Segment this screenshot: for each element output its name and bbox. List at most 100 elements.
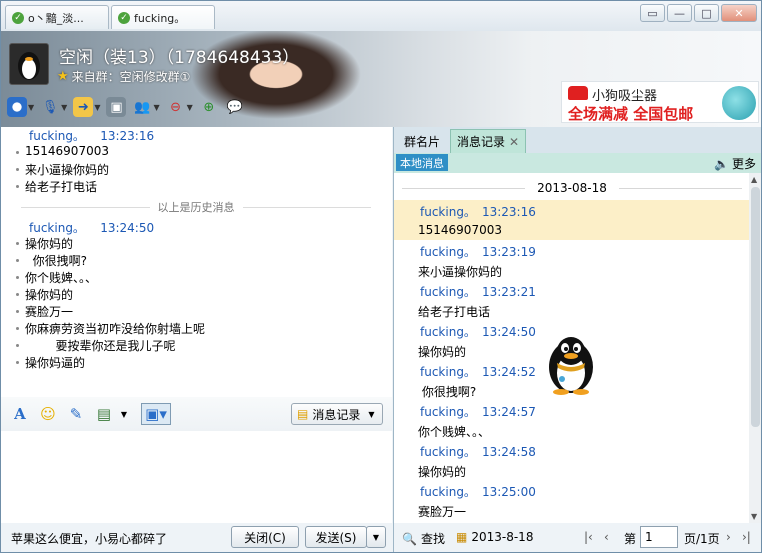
video-call-button[interactable]: ▼ [7, 96, 34, 118]
divider [402, 187, 526, 189]
date-text: 2013-08-18 [537, 181, 607, 195]
history-separator: 以上是历史消息 [21, 199, 371, 215]
remove-member-button[interactable]: ⊖ ▼ [166, 96, 193, 118]
message-time: 13:23:16 [100, 129, 155, 143]
emoji-icon[interactable]: ☺ [37, 403, 59, 425]
entry-time: 13:24:58 [481, 445, 536, 459]
penguin-mascot-icon [549, 337, 593, 395]
divider [618, 187, 742, 189]
more-button[interactable]: 🔈 更多 [714, 155, 756, 172]
message-line: 给老子打电话 [25, 180, 98, 194]
date-picker-button[interactable]: ▦ 2013-8-18 [456, 530, 533, 544]
ad-title: 小狗吸尘器 [592, 89, 658, 104]
message-input[interactable] [1, 431, 392, 523]
message-line: 要按辈你还是我儿子呢 [25, 339, 176, 353]
message-line: 操你妈的 [25, 288, 74, 302]
message-time: 13:24:50 [100, 221, 155, 235]
sender-name: fucking。 [420, 365, 476, 379]
entry-time: 13:23:16 [481, 205, 536, 219]
chevron-down-icon: ▼ [372, 532, 380, 542]
tab-contact-2[interactable]: ✓ fucking。 [111, 5, 215, 29]
chat-bubble-icon: 💬 [226, 99, 243, 115]
message-history-button[interactable]: ▤ 消息记录 ▼ [291, 403, 383, 425]
avatar[interactable] [9, 43, 49, 85]
entry-text: 你很拽啊? [418, 385, 477, 399]
calendar-icon: ▦ [456, 530, 468, 544]
bullet [16, 242, 19, 245]
entry-text: 15146907003 [418, 223, 502, 237]
add-friend-button[interactable]: ⊕ [199, 96, 219, 118]
entry-header: fucking。 13:25:00 [420, 483, 536, 500]
first-page-button[interactable]: |‹ [584, 530, 593, 544]
divider [21, 206, 150, 208]
tab-contact-1[interactable]: ✓ o丶黯_淡... [5, 5, 109, 29]
bullet [16, 344, 19, 347]
contact-source: ★ 来自群：空闲修改群① [57, 68, 190, 85]
restore-button[interactable]: ▭ [640, 4, 665, 22]
chevron-down-icon[interactable]: ▼ [113, 403, 135, 425]
side-panel: 群名片 消息记录 ✕ 本地消息 🔈 更多 2013-08-18 fucking。 13… [393, 127, 761, 552]
scroll-down-icon[interactable]: ▼ [751, 512, 757, 521]
bullet [16, 276, 19, 279]
tab-message-history[interactable]: 消息记录 ✕ [450, 129, 527, 153]
bullet [16, 310, 19, 313]
next-page-button[interactable]: › [726, 530, 731, 544]
prev-page-button[interactable]: ‹ [604, 530, 609, 544]
entry-time: 13:24:57 [481, 405, 536, 419]
message-header: fucking。 13:24:50 [29, 219, 154, 236]
minimize-button[interactable]: — [667, 4, 692, 22]
microphone-icon: 🎙 [41, 99, 59, 115]
screenshot-icon[interactable]: ▣▾ [141, 403, 171, 425]
search-button[interactable]: 🔍 查找 [402, 530, 445, 547]
history-scrollbar[interactable]: ▲ ▼ [749, 173, 761, 523]
entry-time: 13:24:52 [481, 365, 536, 379]
entry-text: 给老子打电话 [418, 305, 491, 319]
message-button[interactable]: 💬 [225, 96, 245, 118]
entry-text: 操你妈的 [418, 345, 467, 359]
window-controls: ▭ — □ ✕ [640, 4, 757, 22]
local-messages-tab[interactable]: 本地消息 [396, 154, 448, 171]
entry-header: fucking。 13:23:16 [420, 203, 536, 220]
group-members-button[interactable]: 👥 ▼ [132, 96, 159, 118]
last-page-button[interactable]: ›| [742, 530, 751, 544]
ad-link[interactable]: 苹果这么便宜，小易心都碎了 [11, 530, 167, 547]
entry-text: 赛脸万一 [418, 505, 467, 519]
user-minus-icon: ⊖ [170, 99, 182, 115]
history-button-label: 消息记录 [312, 407, 361, 422]
send-file-button[interactable]: ➜ ▼ [73, 96, 100, 118]
page-number-input[interactable]: 1 [640, 526, 678, 548]
tab-strip: ✓ o丶黯_淡... ✓ fucking。 ▭ — □ ✕ [1, 1, 761, 31]
star-icon: ★ [57, 69, 69, 84]
entry-text: 来小逼操你妈的 [418, 265, 503, 279]
entry-text: 你个贱婢、。、 [418, 425, 491, 439]
voice-call-button[interactable]: 🎙 ▼ [40, 96, 67, 118]
close-window-button[interactable]: ✕ [721, 4, 757, 22]
date-label: 2013-8-18 [471, 530, 534, 544]
entry-header: fucking。 13:24:57 [420, 403, 536, 420]
message-header: fucking。 13:23:16 [29, 127, 154, 144]
tab-group-card[interactable]: 群名片 [398, 129, 446, 153]
close-icon[interactable]: ✕ [509, 135, 519, 149]
maximize-button[interactable]: □ [694, 4, 719, 22]
search-label: 查找 [420, 532, 445, 546]
image-icon[interactable]: ▤ [93, 403, 115, 425]
remote-assist-button[interactable]: ▣ [106, 96, 127, 118]
bullet [16, 151, 19, 154]
user-plus-icon: ⊕ [203, 99, 215, 115]
ad-banner[interactable]: 小狗吸尘器 全场满减 全国包邮 [561, 81, 759, 123]
close-button[interactable]: 关闭(C) [231, 526, 299, 548]
scroll-up-icon[interactable]: ▲ [751, 175, 757, 184]
chat-bubble-icon: ▤ [297, 407, 309, 421]
send-button[interactable]: 发送(S) [305, 526, 367, 548]
chevron-down-icon: ▼ [186, 102, 193, 112]
main-toolbar: ▼ 🎙 ▼ ➜ ▼ ▣ 👥 ▼ ⊖ ▼ ⊕ 💬 [7, 93, 245, 121]
font-icon[interactable]: A [9, 403, 31, 425]
magic-text-icon[interactable]: ✎ [65, 403, 87, 425]
message-line: 来小逼操你妈的 [25, 163, 110, 177]
scrollbar-thumb[interactable] [751, 187, 760, 427]
sender-name: fucking。 [420, 285, 476, 299]
entry-header: fucking。 13:24:58 [420, 443, 536, 460]
history-log: 2013-08-18 fucking。 13:23:16 15146907003 … [394, 173, 749, 523]
send-options-button[interactable]: ▼ [366, 526, 386, 548]
more-label: 更多 [731, 157, 756, 171]
